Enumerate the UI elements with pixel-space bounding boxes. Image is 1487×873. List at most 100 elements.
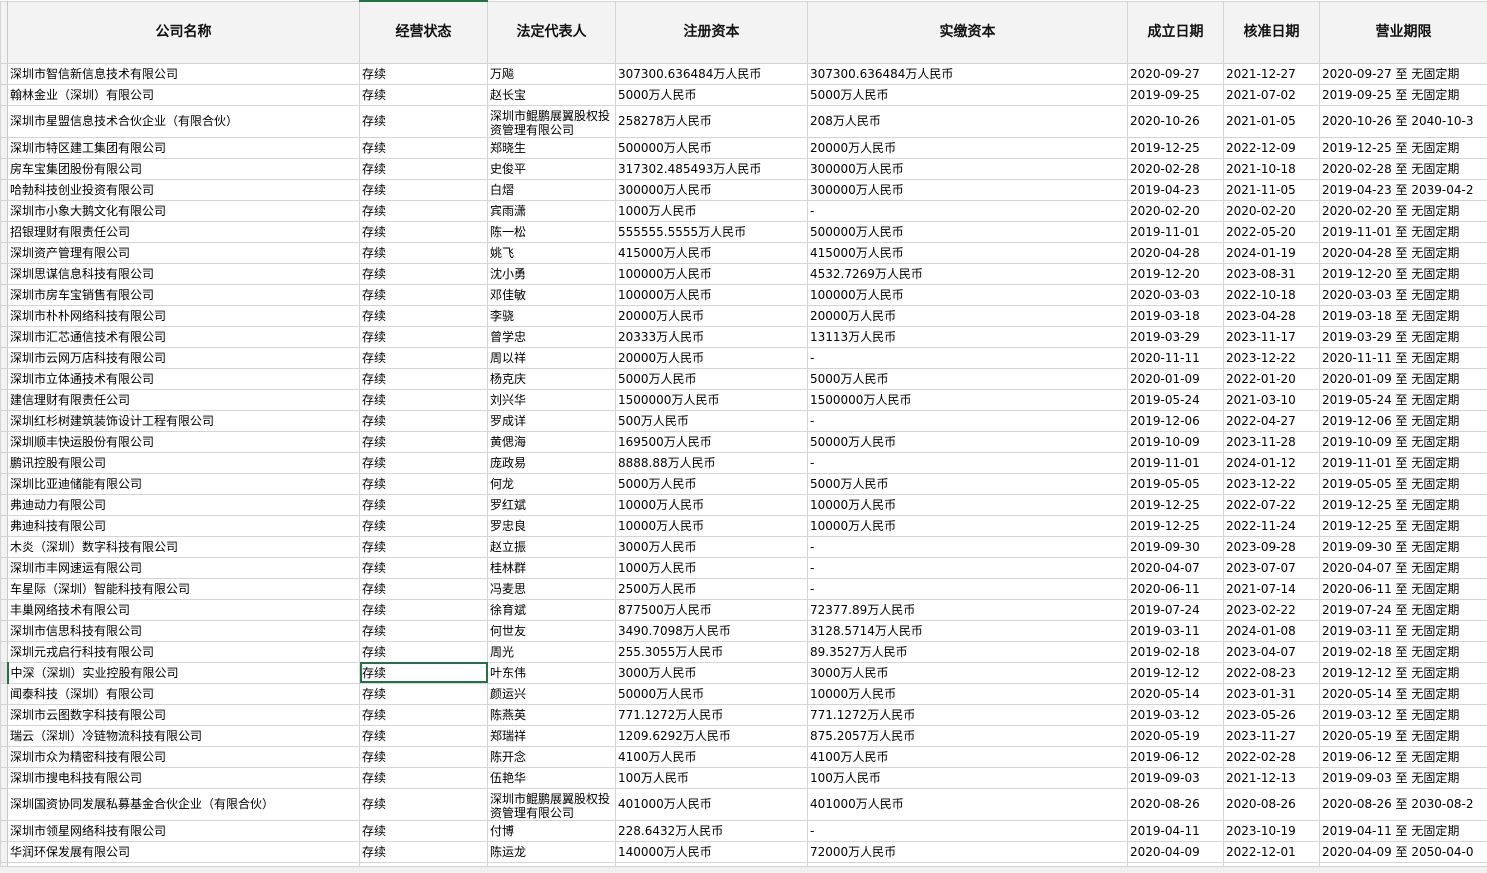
cell-company-name[interactable]: 深圳国资协同发展私募基金合伙企业（有限合伙） — [7, 787, 360, 821]
cell-founded-date[interactable]: 2020-02-20 — [1127, 199, 1224, 222]
cell-approved-date[interactable]: 2020-08-26 — [1223, 787, 1320, 821]
row-header[interactable] — [0, 241, 8, 264]
cell-founded-date[interactable]: 2019-03-11 — [1127, 619, 1224, 642]
cell-company-name[interactable]: 建信理财有限责任公司 — [7, 388, 360, 411]
cell-founded-date[interactable]: 2019-11-01 — [1127, 451, 1224, 474]
cell-legal-rep[interactable]: 赵长宝 — [487, 83, 616, 106]
cell-legal-rep[interactable]: 宾雨潇 — [487, 199, 616, 222]
cell-business-term[interactable]: 2020-02-20 至 无固定期 — [1319, 199, 1487, 222]
cell-business-term[interactable]: 2019-10-09 至 无固定期 — [1319, 430, 1487, 453]
horizontal-scrollbar[interactable] — [0, 866, 1487, 873]
cell-approved-date[interactable]: 2022-01-20 — [1223, 367, 1320, 390]
cell-approved-date[interactable]: 2023-11-27 — [1223, 724, 1320, 747]
cell-paid-capital[interactable]: - — [807, 199, 1128, 222]
cell-approved-date[interactable]: 2023-02-22 — [1223, 598, 1320, 621]
cell-company-name[interactable]: 深圳市搜电科技有限公司 — [7, 766, 360, 789]
cell-legal-rep[interactable]: 深圳市鲲鹏展翼股权投资管理有限公司 — [487, 787, 616, 821]
cell-founded-date[interactable]: 2020-11-11 — [1127, 346, 1224, 369]
cell-business-term[interactable]: 2020-02-28 至 无固定期 — [1319, 157, 1487, 180]
cell-business-term[interactable]: 2019-09-30 至 无固定期 — [1319, 535, 1487, 558]
row-header[interactable] — [0, 325, 8, 348]
cell-founded-date[interactable]: 2019-05-05 — [1127, 472, 1224, 495]
cell-paid-capital[interactable]: 1500000万人民币 — [807, 388, 1128, 411]
row-header[interactable] — [0, 104, 8, 138]
cell-business-term[interactable]: 2019-04-23 至 2039-04-2 — [1319, 178, 1487, 201]
cell-status[interactable]: 存续 — [359, 325, 488, 348]
row-header[interactable] — [0, 178, 8, 201]
cell-founded-date[interactable]: 2019-03-12 — [1127, 703, 1224, 726]
cell-founded-date[interactable]: 2019-12-20 — [1127, 262, 1224, 285]
cell-company-name[interactable]: 深圳市立体通技术有限公司 — [7, 367, 360, 390]
cell-status[interactable]: 存续 — [359, 472, 488, 495]
cell-paid-capital[interactable]: - — [807, 451, 1128, 474]
cell-approved-date[interactable]: 2023-12-22 — [1223, 346, 1320, 369]
cell-business-term[interactable]: 2020-04-09 至 2050-04-0 — [1319, 840, 1487, 863]
cell-paid-capital[interactable]: 875.2057万人民币 — [807, 724, 1128, 747]
row-header[interactable] — [0, 83, 8, 106]
cell-paid-capital[interactable]: - — [807, 819, 1128, 842]
cell-company-name[interactable]: 深圳元戎启行科技有限公司 — [7, 640, 360, 663]
cell-approved-date[interactable]: 2023-07-07 — [1223, 556, 1320, 579]
cell-legal-rep[interactable]: 罗红斌 — [487, 493, 616, 516]
cell-founded-date[interactable]: 2019-12-25 — [1127, 514, 1224, 537]
cell-company-name[interactable]: 深圳市智信新信息技术有限公司 — [7, 62, 360, 85]
cell-founded-date[interactable]: 2019-06-12 — [1127, 745, 1224, 768]
cell-status[interactable]: 存续 — [359, 157, 488, 180]
cell-approved-date[interactable]: 2023-10-19 — [1223, 819, 1320, 842]
row-header[interactable] — [0, 451, 8, 474]
cell-legal-rep[interactable]: 沈小勇 — [487, 262, 616, 285]
cell-registered-capital[interactable]: 10000万人民币 — [615, 514, 808, 537]
cell-company-name[interactable]: 房车宝集团股份有限公司 — [7, 157, 360, 180]
cell-status[interactable]: 存续 — [359, 283, 488, 306]
cell-legal-rep[interactable]: 桂林群 — [487, 556, 616, 579]
cell-founded-date[interactable]: 2020-08-26 — [1127, 787, 1224, 821]
cell-company-name[interactable]: 深圳市小象大鹅文化有限公司 — [7, 199, 360, 222]
row-header[interactable] — [0, 535, 8, 558]
cell-business-term[interactable]: 2019-11-01 至 无固定期 — [1319, 451, 1487, 474]
cell-status[interactable]: 存续 — [359, 745, 488, 768]
cell-status[interactable]: 存续 — [359, 840, 488, 863]
cell-status[interactable]: 存续 — [359, 577, 488, 600]
cell-business-term[interactable]: 2019-12-06 至 无固定期 — [1319, 409, 1487, 432]
cell-approved-date[interactable]: 2024-01-08 — [1223, 619, 1320, 642]
cell-founded-date[interactable]: 2019-12-25 — [1127, 136, 1224, 159]
cell-company-name[interactable]: 深圳市特区建工集团有限公司 — [7, 136, 360, 159]
cell-registered-capital[interactable]: 771.1272万人民币 — [615, 703, 808, 726]
cell-legal-rep[interactable]: 罗忠良 — [487, 514, 616, 537]
cell-status[interactable]: 存续 — [359, 409, 488, 432]
cell-registered-capital[interactable]: 555555.5555万人民币 — [615, 220, 808, 243]
cell-registered-capital[interactable]: 3000万人民币 — [615, 661, 808, 684]
cell-paid-capital[interactable]: 10000万人民币 — [807, 493, 1128, 516]
cell-status[interactable]: 存续 — [359, 451, 488, 474]
cell-paid-capital[interactable]: 307300.636484万人民币 — [807, 62, 1128, 85]
cell-paid-capital[interactable]: 300000万人民币 — [807, 178, 1128, 201]
cell-registered-capital[interactable]: 8888.88万人民币 — [615, 451, 808, 474]
cell-legal-rep[interactable]: 颜运兴 — [487, 682, 616, 705]
cell-status[interactable]: 存续 — [359, 598, 488, 621]
cell-business-term[interactable]: 2019-07-24 至 无固定期 — [1319, 598, 1487, 621]
row-header[interactable] — [0, 493, 8, 516]
cell-status[interactable]: 存续 — [359, 640, 488, 663]
cell-business-term[interactable]: 2019-04-11 至 无固定期 — [1319, 819, 1487, 842]
row-header[interactable] — [0, 556, 8, 579]
column-header-paid-capital[interactable]: 实缴资本 — [807, 0, 1128, 64]
cell-registered-capital[interactable]: 5000万人民币 — [615, 83, 808, 106]
cell-business-term[interactable]: 2020-11-11 至 无固定期 — [1319, 346, 1487, 369]
row-header[interactable] — [0, 619, 8, 642]
cell-approved-date[interactable]: 2022-11-24 — [1223, 514, 1320, 537]
cell-status[interactable]: 存续 — [359, 241, 488, 264]
cell-paid-capital[interactable]: 100万人民币 — [807, 766, 1128, 789]
cell-legal-rep[interactable]: 周以祥 — [487, 346, 616, 369]
cell-registered-capital[interactable]: 169500万人民币 — [615, 430, 808, 453]
cell-registered-capital[interactable]: 10000万人民币 — [615, 493, 808, 516]
row-header[interactable] — [0, 514, 8, 537]
cell-company-name[interactable]: 深圳红杉树建筑装饰设计工程有限公司 — [7, 409, 360, 432]
row-header[interactable] — [0, 703, 8, 726]
cell-legal-rep[interactable]: 徐育斌 — [487, 598, 616, 621]
cell-business-term[interactable]: 2019-03-12 至 无固定期 — [1319, 703, 1487, 726]
cell-paid-capital[interactable]: 100000万人民币 — [807, 283, 1128, 306]
row-header[interactable] — [0, 199, 8, 222]
cell-registered-capital[interactable]: 1209.6292万人民币 — [615, 724, 808, 747]
cell-status[interactable]: 存续 — [359, 262, 488, 285]
cell-legal-rep[interactable]: 陈运龙 — [487, 840, 616, 863]
